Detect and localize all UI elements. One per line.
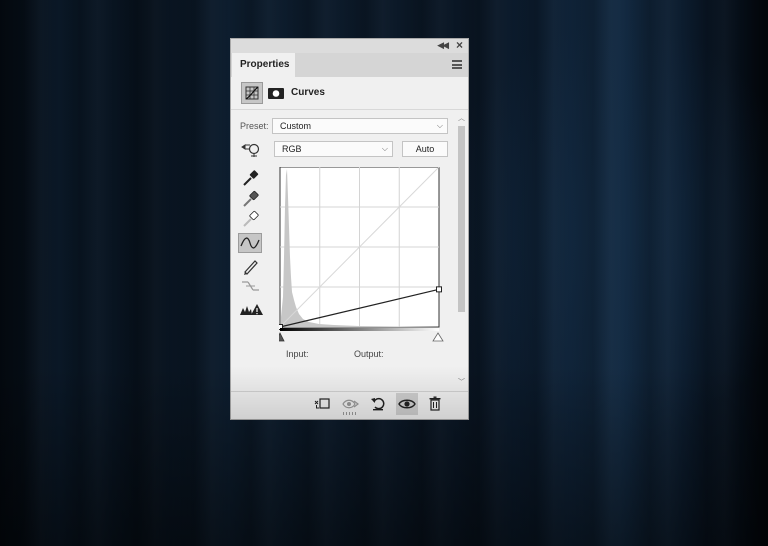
edit-points-tool[interactable]: [238, 233, 262, 253]
pencil-icon: [244, 260, 258, 275]
chevron-down-icon: ⌵: [436, 121, 443, 130]
tab-bar: Properties: [231, 53, 468, 77]
auto-button[interactable]: Auto: [402, 141, 448, 157]
divider: [231, 109, 468, 110]
tab-properties[interactable]: Properties: [232, 53, 295, 77]
smooth-curve-icon: [242, 281, 259, 291]
smooth-curve-tool[interactable]: [239, 277, 261, 295]
curve-edit-icon: [240, 237, 260, 249]
panel-menu-icon[interactable]: [452, 60, 462, 69]
set-gray-point-tool[interactable]: [239, 190, 261, 208]
channel-dropdown[interactable]: RGB ⌵: [274, 141, 393, 157]
preset-dropdown[interactable]: Custom ⌵: [272, 118, 448, 134]
panel-scrollbar[interactable]: ︿ ﹀: [457, 113, 466, 387]
layer-mask-button[interactable]: [265, 82, 287, 104]
properties-panel: ◀◀ × Properties Curves Preset: Custom ⌵ …: [230, 38, 469, 420]
preset-label: Preset:: [240, 121, 269, 131]
scroll-thumb[interactable]: [458, 126, 465, 312]
draw-curve-tool[interactable]: [239, 257, 261, 275]
eyedropper-white-icon: [243, 210, 259, 227]
input-gradient-bar: [280, 328, 439, 331]
panel-titlebar[interactable]: ◀◀ ×: [231, 38, 468, 53]
input-label: Input:: [286, 349, 309, 359]
adjustment-header: Curves: [231, 77, 468, 109]
target-adjust-tool[interactable]: [239, 140, 261, 158]
set-white-point-tool[interactable]: [239, 210, 261, 228]
preset-value: Custom: [280, 121, 312, 131]
curves-grid-icon: [245, 86, 259, 100]
close-icon[interactable]: ×: [456, 38, 463, 52]
mask-icon: [268, 88, 284, 99]
target-adjust-icon: [241, 143, 260, 157]
clipping-warning-toggle[interactable]: [239, 301, 265, 319]
white-point-slider[interactable]: [432, 332, 444, 342]
chevron-down-icon: ⌵: [381, 144, 388, 153]
output-label: Output:: [354, 349, 384, 359]
eyedropper-black-icon: [243, 170, 259, 186]
black-point-slider[interactable]: [279, 332, 285, 342]
set-black-point-tool[interactable]: [239, 169, 261, 187]
clipping-warning-icon: [240, 304, 263, 315]
adjustment-title: Curves: [291, 87, 325, 98]
curves-adjustment-button[interactable]: [241, 82, 263, 104]
channel-value: RGB: [282, 144, 302, 154]
eyedropper-gray-icon: [243, 190, 259, 207]
curves-graph[interactable]: [279, 167, 455, 347]
collapse-icon[interactable]: ◀◀: [437, 40, 449, 51]
scroll-up-icon[interactable]: ︿: [457, 113, 466, 123]
curve-point-white[interactable]: [436, 286, 442, 293]
